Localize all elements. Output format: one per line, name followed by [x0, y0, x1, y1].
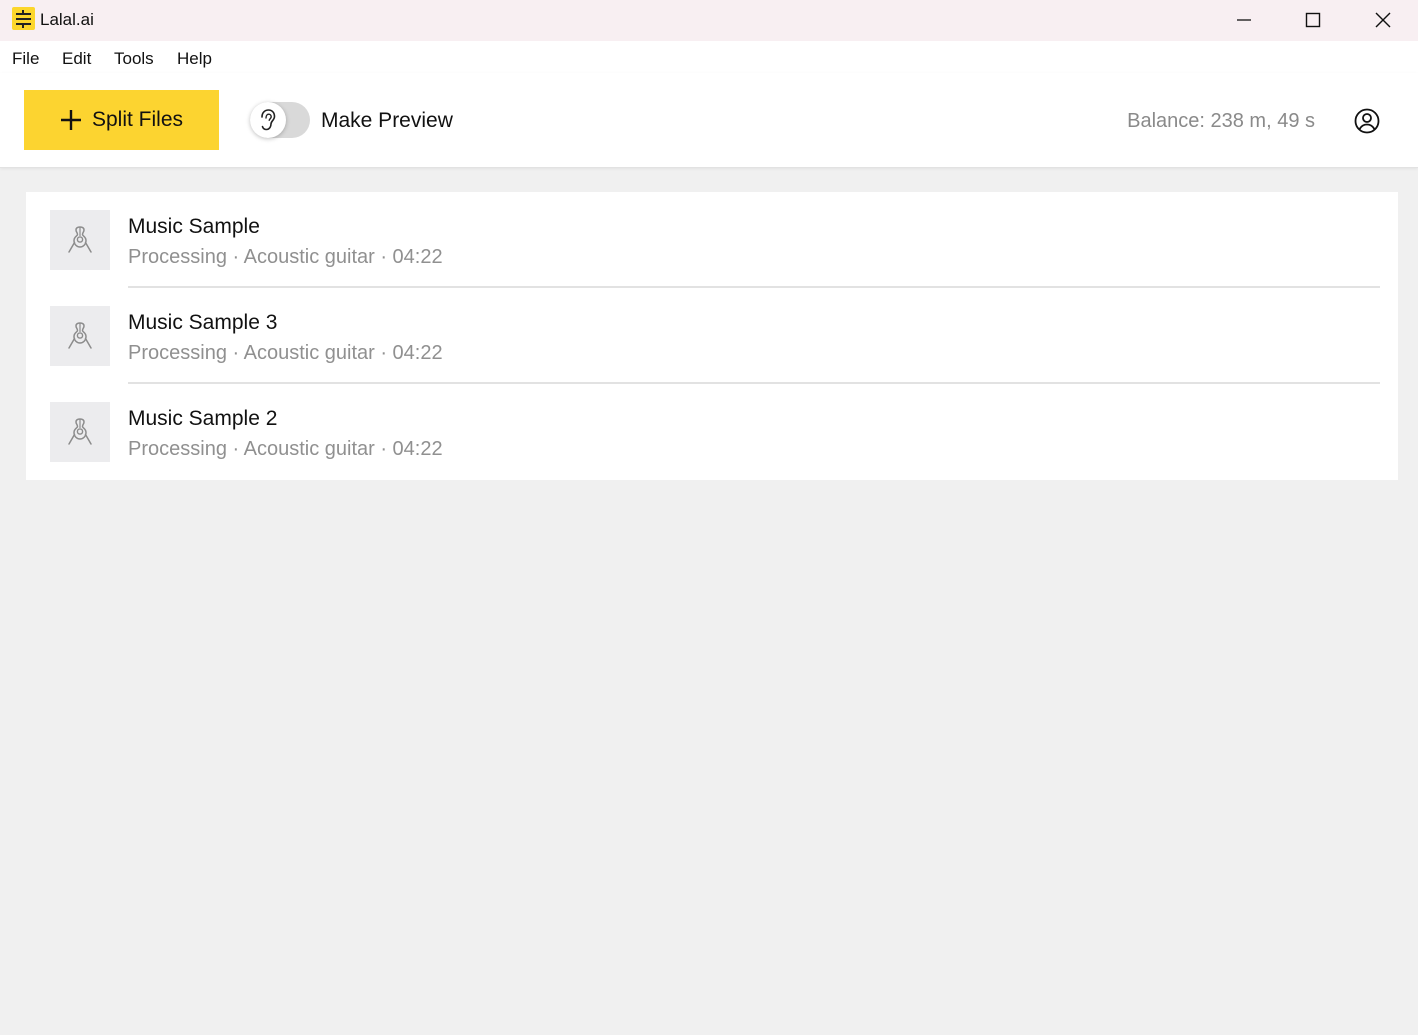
file-meta: Processing · Acoustic guitar · 04:22: [128, 342, 443, 365]
menu-bar: File Edit Tools Help: [0, 41, 1418, 73]
close-icon: [1374, 11, 1392, 29]
make-preview-toggle[interactable]: [250, 102, 310, 138]
file-meta: Processing · Acoustic guitar · 04:22: [128, 246, 443, 269]
split-files-button[interactable]: Split Files: [24, 90, 219, 150]
file-title: Music Sample 2: [128, 407, 277, 431]
maximize-icon: [1305, 12, 1321, 28]
account-button[interactable]: [1353, 107, 1381, 135]
acoustic-guitar-icon: [65, 417, 95, 447]
ear-icon: [258, 108, 278, 132]
file-list: Music Sample Processing · Acoustic guita…: [26, 192, 1398, 480]
acoustic-guitar-icon: [65, 225, 95, 255]
thumbnail: [50, 402, 110, 462]
file-title: Music Sample: [128, 215, 260, 239]
balance-text: Balance: 238 m, 49 s: [1127, 110, 1315, 133]
plus-icon: [60, 109, 82, 131]
title-bar: Lalal.ai: [0, 0, 1418, 41]
menu-file[interactable]: File: [12, 49, 39, 69]
thumbnail: [50, 210, 110, 270]
list-item[interactable]: Music Sample 3 Processing · Acoustic gui…: [26, 288, 1398, 384]
maximize-button[interactable]: [1278, 0, 1348, 40]
thumbnail: [50, 306, 110, 366]
file-meta: Processing · Acoustic guitar · 04:22: [128, 438, 443, 461]
window-title: Lalal.ai: [40, 10, 94, 30]
app-logo-icon: [12, 7, 35, 30]
menu-help[interactable]: Help: [177, 49, 212, 69]
list-item[interactable]: Music Sample 2 Processing · Acoustic gui…: [26, 384, 1398, 480]
minimize-button[interactable]: [1209, 0, 1279, 40]
make-preview-label: Make Preview: [321, 109, 453, 133]
menu-tools[interactable]: Tools: [114, 49, 154, 69]
acoustic-guitar-icon: [65, 321, 95, 351]
toggle-knob: [250, 102, 286, 138]
menu-edit[interactable]: Edit: [62, 49, 91, 69]
toolbar: Split Files Make Preview Balance: 238 m,…: [0, 73, 1418, 168]
close-button[interactable]: [1348, 0, 1418, 40]
split-files-label: Split Files: [92, 108, 183, 132]
list-item[interactable]: Music Sample Processing · Acoustic guita…: [26, 192, 1398, 288]
file-title: Music Sample 3: [128, 311, 277, 335]
user-circle-icon: [1353, 107, 1381, 135]
minimize-icon: [1236, 12, 1252, 28]
